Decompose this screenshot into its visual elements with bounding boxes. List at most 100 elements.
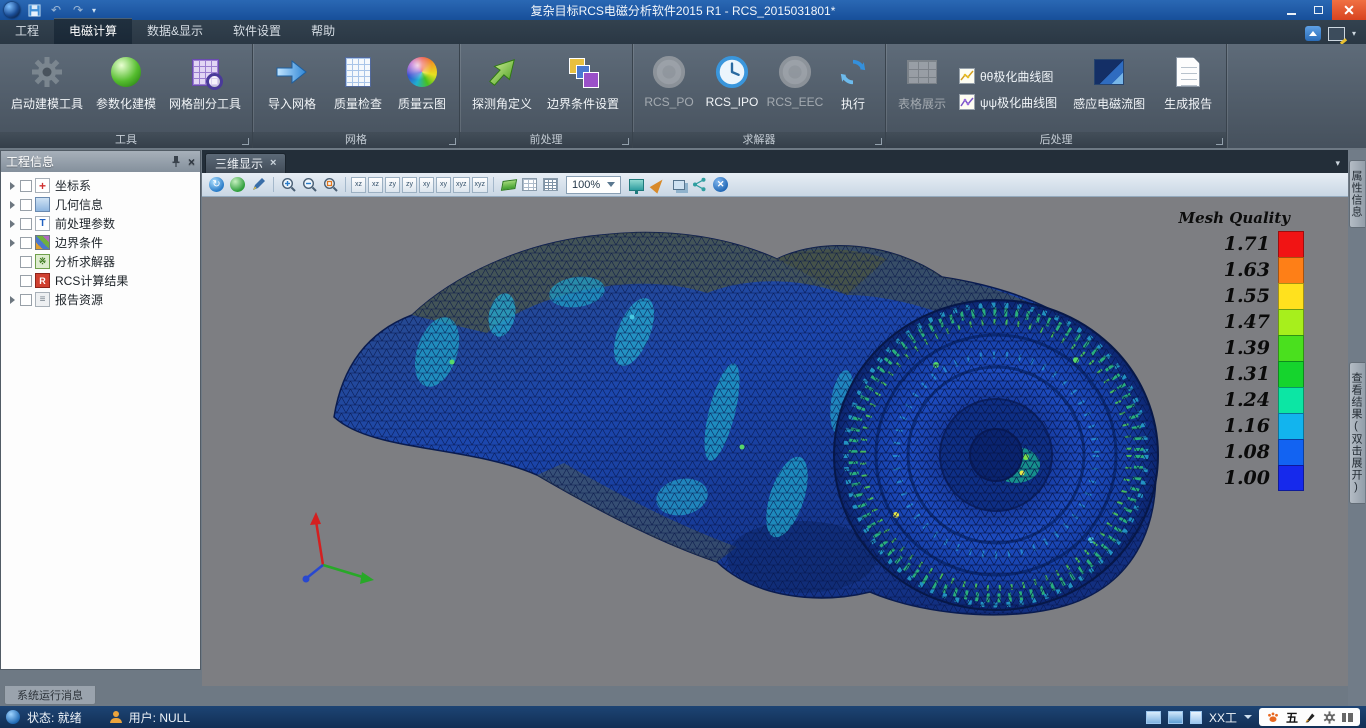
boundary-settings-button[interactable]: 边界条件设置	[539, 47, 627, 131]
ribbon-group-postprocess: 表格展示 θθ极化曲线图 ψψ极化曲线图 感应电磁流图 生成报告	[886, 44, 1227, 148]
quality-check-button[interactable]: 质量检查	[326, 47, 390, 131]
ime-settings-icon[interactable]	[1323, 711, 1336, 724]
3d-viewport[interactable]: Mesh Quality 1.71 1.63 1.55 1.47 1.39 1.…	[202, 197, 1348, 686]
theta-polar-curve-button[interactable]: θθ极化曲线图	[959, 68, 1057, 85]
expander-icon[interactable]	[10, 182, 15, 190]
close-button[interactable]	[1332, 0, 1366, 20]
tree-item-geometry-info[interactable]: 几何信息	[1, 195, 200, 214]
ribbon-group-label: 网格	[253, 132, 459, 148]
tree-checkbox[interactable]	[20, 218, 32, 230]
tab-data-display[interactable]: 数据&显示	[132, 18, 218, 44]
save-button[interactable]	[26, 3, 42, 17]
tab-project[interactable]: 工程	[0, 18, 54, 44]
probe-angle-button[interactable]: 探测角定义	[465, 47, 539, 131]
taskbar-panel-icon-2[interactable]	[1168, 711, 1183, 724]
tree-checkbox[interactable]	[20, 294, 32, 306]
pin-icon[interactable]	[171, 155, 181, 168]
tab-list-dropdown-icon[interactable]: ▾	[1335, 158, 1340, 169]
menubar-dropdown-icon[interactable]: ▾	[1352, 29, 1356, 38]
collapse-ribbon-button[interactable]	[1305, 26, 1321, 41]
tree-item-coordinate-system[interactable]: 坐标系	[1, 176, 200, 195]
tab-3d-display[interactable]: 三维显示 ×	[205, 153, 286, 173]
execute-button[interactable]: 执行	[826, 47, 880, 131]
view-orientation-button-5[interactable]: xy	[419, 177, 434, 193]
view-orientation-button-6[interactable]: xy	[436, 177, 451, 193]
view-orientation-button-7[interactable]: xyz	[453, 177, 470, 193]
expander-icon[interactable]	[10, 201, 15, 209]
parametric-modeling-button[interactable]: 参数化建模	[89, 47, 163, 131]
generate-report-button[interactable]: 生成报告	[1155, 47, 1221, 131]
shaded-view-button[interactable]	[499, 175, 518, 194]
quality-cloud-map-button[interactable]: 质量云图	[390, 47, 454, 131]
view-orientation-button-3[interactable]: zy	[385, 177, 400, 193]
orbit-view-button[interactable]	[228, 175, 247, 194]
expander-icon[interactable]	[10, 239, 15, 247]
3d-mesh-model[interactable]	[202, 197, 1348, 686]
undo-button[interactable]: ↶	[48, 3, 64, 17]
green-arrow-icon	[486, 54, 518, 90]
display-style-icon[interactable]	[1328, 27, 1345, 41]
zoom-in-button[interactable]	[279, 175, 298, 194]
select-pointer-button[interactable]	[249, 175, 268, 194]
ime-keyboard-icon[interactable]	[1342, 713, 1353, 722]
maximize-button[interactable]	[1305, 0, 1332, 20]
tree-item-boundary-conditions[interactable]: 边界条件	[1, 233, 200, 252]
rcs-po-solver-button[interactable]: RCS_PO	[638, 47, 700, 131]
rcs-eec-solver-button[interactable]: RCS_EEC	[764, 47, 826, 131]
tray-app-label[interactable]: XX工	[1209, 709, 1237, 726]
ime-logo-icon[interactable]	[1266, 710, 1280, 724]
panel-tab-system-messages[interactable]: 系统运行消息	[4, 686, 96, 705]
tree-item-rcs-results[interactable]: RCS计算结果	[1, 271, 200, 290]
rotate-view-button[interactable]: ↻	[207, 175, 226, 194]
layers-button[interactable]	[669, 175, 688, 194]
wireframe-view-button[interactable]	[520, 175, 539, 194]
mesh-partition-tool-button[interactable]: 网格剖分工具	[163, 47, 247, 131]
redo-button[interactable]: ↷	[70, 3, 86, 17]
import-mesh-button[interactable]: 导入网格	[258, 47, 326, 131]
annotate-button[interactable]	[648, 175, 667, 194]
psi-polar-curve-button[interactable]: ψψ极化曲线图	[959, 94, 1057, 111]
zoom-fit-button[interactable]	[321, 175, 340, 194]
rcs-ipo-solver-button[interactable]: RCS_IPO	[700, 47, 764, 131]
panel-tab-properties[interactable]: 属性信息	[1349, 160, 1365, 228]
table-display-button[interactable]: 表格展示	[891, 47, 953, 131]
tree-item-report-resources[interactable]: 报告资源	[1, 290, 200, 309]
tree-checkbox[interactable]	[20, 275, 32, 287]
ime-mode-indicator[interactable]: 五	[1286, 709, 1298, 726]
tree-checkbox[interactable]	[20, 237, 32, 249]
launch-modeling-tool-button[interactable]: 启动建模工具	[5, 47, 89, 131]
minimize-button[interactable]	[1278, 0, 1305, 20]
export-image-button[interactable]	[690, 175, 709, 194]
panel-close-icon[interactable]: ×	[188, 156, 195, 168]
tree-item-analysis-solver[interactable]: 分析求解器	[1, 252, 200, 271]
tray-dropdown-icon[interactable]	[1244, 715, 1252, 719]
tab-help[interactable]: 帮助	[296, 18, 350, 44]
view-orientation-button-8[interactable]: xyz	[472, 177, 489, 193]
tree-item-preprocess-params[interactable]: 前处理参数	[1, 214, 200, 233]
expander-icon[interactable]	[10, 220, 15, 228]
taskbar-panel-icon-3[interactable]	[1190, 711, 1202, 724]
tab-close-icon[interactable]: ×	[270, 158, 276, 169]
ime-brush-icon[interactable]	[1304, 711, 1317, 724]
panel-tab-view-results[interactable]: 查看结果(双击展开)	[1349, 362, 1365, 504]
taskbar-panel-icon-1[interactable]	[1146, 711, 1161, 724]
view-orientation-button-2[interactable]: xz	[368, 177, 383, 193]
tab-software-settings[interactable]: 软件设置	[218, 18, 296, 44]
induced-current-map-button[interactable]: 感应电磁流图	[1063, 47, 1155, 131]
view-orientation-button-1[interactable]: xz	[351, 177, 366, 193]
tree-checkbox[interactable]	[20, 199, 32, 211]
expander-icon[interactable]	[10, 296, 15, 304]
qat-dropdown-icon[interactable]: ▾	[92, 6, 96, 15]
project-tree: 坐标系 几何信息 前处理参数 边界条件 分析求解器 RCS计算结果 报告资源	[1, 172, 200, 669]
clear-view-button[interactable]: ✕	[711, 175, 730, 194]
ime-toolbar[interactable]: 五	[1259, 708, 1360, 726]
tab-em-computation[interactable]: 电磁计算	[54, 18, 132, 44]
app-logo-icon[interactable]	[4, 2, 20, 18]
tree-checkbox[interactable]	[20, 256, 32, 268]
zoom-level-select[interactable]: 100%	[566, 176, 621, 194]
tree-checkbox[interactable]	[20, 180, 32, 192]
mesh-view-button[interactable]	[541, 175, 560, 194]
screenshot-button[interactable]	[627, 175, 646, 194]
view-orientation-button-4[interactable]: zy	[402, 177, 417, 193]
zoom-out-button[interactable]	[300, 175, 319, 194]
